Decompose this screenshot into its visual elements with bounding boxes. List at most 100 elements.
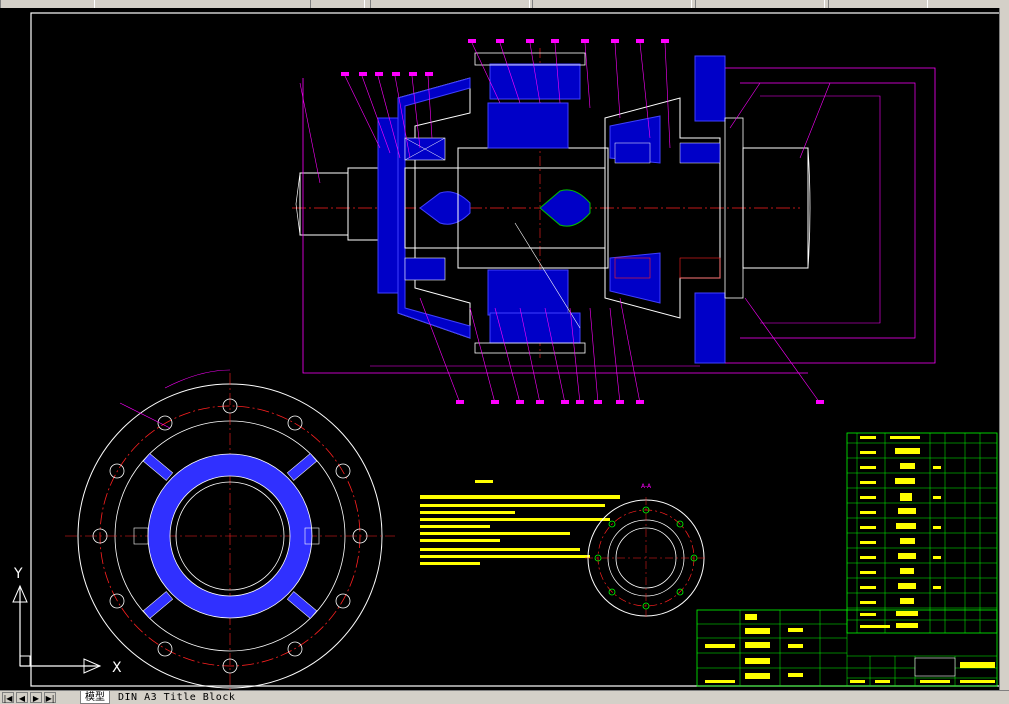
balloon-marker — [551, 39, 559, 43]
tab-next-button[interactable]: ▶ — [30, 692, 42, 703]
ucs-x-label: X — [112, 660, 122, 676]
leader — [411, 75, 421, 149]
coupling-right — [539, 189, 591, 227]
balloon-marker — [636, 39, 644, 43]
lug — [142, 453, 174, 481]
left-cover — [377, 117, 399, 294]
tab-first-button[interactable]: |◀ — [2, 692, 14, 703]
note-line — [420, 511, 515, 514]
bom-cell — [896, 623, 918, 628]
planet-gear-top — [487, 102, 569, 149]
bom-cell — [895, 478, 915, 484]
balloon-marker — [425, 72, 433, 76]
tab-layout[interactable]: DIN A3 Title Block — [114, 691, 239, 704]
note-line — [420, 525, 490, 528]
tb-cell — [705, 644, 735, 648]
tab-model[interactable]: 模型 — [80, 691, 110, 704]
toolbar-field-2[interactable] — [370, 0, 530, 8]
note-line — [420, 539, 500, 542]
notes-title — [475, 480, 493, 483]
input-shaft-hub — [347, 167, 379, 241]
tb-cell — [745, 614, 757, 620]
leader — [614, 42, 621, 119]
toolbar-field-4[interactable] — [695, 0, 825, 8]
ucs-icon: Y X — [12, 566, 122, 676]
balloon-marker — [341, 72, 349, 76]
balloon-marker — [468, 39, 476, 43]
bom-cell — [933, 526, 941, 529]
balloon-marker — [616, 400, 624, 404]
toolbar-icon-group[interactable] — [310, 0, 365, 8]
bom-cell — [933, 466, 941, 469]
tb-cell — [745, 658, 770, 664]
bom-cell — [860, 613, 876, 616]
bearing-right-top-2 — [679, 142, 721, 164]
note-line — [420, 504, 605, 507]
bom-cell — [860, 496, 876, 499]
vertical-scrollbar[interactable] — [999, 8, 1009, 690]
ring-gear-top — [489, 63, 581, 100]
flange-bottom — [694, 292, 726, 364]
bom-cell — [933, 556, 941, 559]
dimension-frame-right — [725, 67, 936, 364]
balloon-marker — [409, 72, 417, 76]
tb-cell — [960, 680, 995, 683]
balloon-marker — [536, 400, 544, 404]
tb-cell — [745, 628, 770, 634]
tb-cell — [875, 680, 890, 683]
input-shaft — [299, 172, 349, 236]
toolbar-field-5[interactable] — [828, 0, 928, 8]
technical-notes — [420, 480, 620, 565]
lug — [286, 453, 318, 481]
bom-cell — [860, 601, 876, 604]
toolbar-field-3[interactable] — [532, 0, 692, 8]
balloon-marker — [359, 72, 367, 76]
bom-cell — [895, 448, 920, 454]
balloon-marker — [516, 400, 524, 404]
bom-cell — [898, 508, 916, 514]
bom-cell — [900, 568, 914, 574]
bom-cell — [860, 436, 876, 439]
ring-gear-bottom — [489, 312, 581, 344]
section-aa-label: A-A — [641, 483, 652, 490]
leader — [799, 82, 831, 159]
tb-cell — [788, 673, 803, 677]
section-view — [292, 39, 936, 404]
bom-cell — [900, 598, 914, 604]
tab-prev-button[interactable]: ◀ — [16, 692, 28, 703]
leader — [589, 307, 599, 404]
bearing-right-bottom-2 — [679, 257, 721, 279]
bom-cell — [898, 553, 916, 559]
balloon-marker — [561, 400, 569, 404]
balloon-marker — [576, 400, 584, 404]
leader — [419, 297, 461, 404]
tb-cell — [788, 628, 803, 632]
leader — [729, 82, 761, 129]
balloon-marker — [816, 400, 824, 404]
housing-bottom-band — [474, 342, 586, 354]
leader — [584, 42, 591, 109]
coupling-left — [419, 191, 471, 225]
tab-last-button[interactable]: ▶| — [44, 692, 56, 703]
bom-cell — [896, 523, 916, 529]
bom-cell — [898, 583, 916, 589]
bearing-left-bottom — [404, 257, 446, 281]
balloon-marker — [392, 72, 400, 76]
toolbar-field-1[interactable] — [0, 0, 95, 8]
drawing-canvas[interactable]: A-A Y X — [0, 8, 1009, 698]
bom-cell — [860, 526, 876, 529]
input-shaft-break-2 — [295, 203, 301, 236]
bom-cell — [860, 571, 876, 574]
bom-cell — [890, 436, 920, 439]
note-line — [420, 555, 590, 558]
bom-cell — [896, 611, 918, 616]
note-line — [420, 562, 480, 565]
balloon-marker — [661, 39, 669, 43]
balloon-marker — [636, 400, 644, 404]
note-line — [420, 518, 610, 521]
leader — [744, 297, 821, 404]
balloon-marker — [456, 400, 464, 404]
bom-cell — [860, 481, 876, 484]
tb-cell — [850, 680, 865, 683]
drawing-svg: A-A Y X — [12, 12, 1001, 698]
